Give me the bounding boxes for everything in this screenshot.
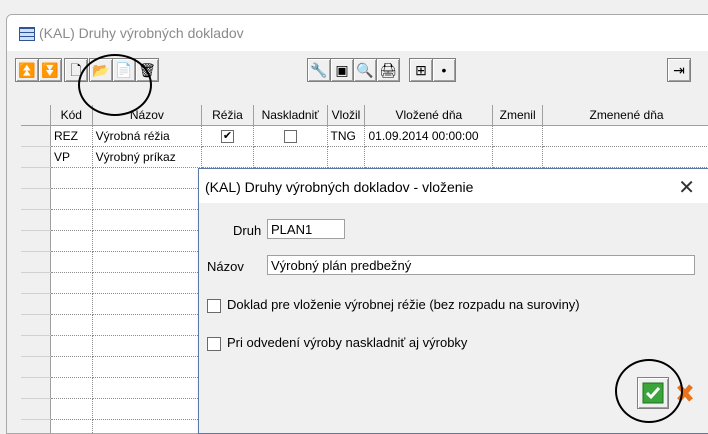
window-title: (KAL) Druhy výrobných dokladov xyxy=(39,25,244,41)
vyrobky-option-checkbox[interactable] xyxy=(207,337,221,351)
cell-nazov[interactable]: Výrobný príkaz xyxy=(92,147,201,168)
table-row[interactable]: VP Výrobný príkaz xyxy=(21,147,708,168)
cell-nazov[interactable]: Výrobná réžia xyxy=(92,126,201,147)
column-header-kod[interactable]: Kód xyxy=(50,105,92,126)
druh-field[interactable]: PLAN1 xyxy=(267,219,345,239)
table-icon xyxy=(19,27,35,41)
cell-vlozene[interactable]: 01.09.2014 00:00:00 xyxy=(365,126,493,147)
check-vyrobky-label: Pri odvedení výroby naskladniť aj výrobk… xyxy=(227,335,467,350)
cell-kod[interactable]: REZ xyxy=(50,126,92,147)
check-rezia-label: Doklad pre vloženie výrobnej réžie (bez … xyxy=(227,297,580,312)
rezia-option-checkbox[interactable] xyxy=(207,299,221,313)
cell-naskladnit[interactable] xyxy=(253,126,327,147)
cell-kod[interactable]: VP xyxy=(50,147,92,168)
nazov-label: Názov xyxy=(207,259,244,274)
column-header-zmenene[interactable]: Zmenené dňa xyxy=(543,105,708,126)
search-icon[interactable]: 🔍 xyxy=(353,58,377,82)
druh-label: Druh xyxy=(233,223,261,238)
annotation-circle-ok xyxy=(615,359,683,423)
column-header-vlozil[interactable]: Vložil xyxy=(327,105,365,126)
check-rezia-row[interactable]: Doklad pre vloženie výrobnej réžie (bez … xyxy=(207,297,580,313)
last-record-icon[interactable]: ⏬ xyxy=(38,58,62,82)
rezia-checkbox[interactable]: ✔ xyxy=(221,130,234,143)
info-icon[interactable]: • xyxy=(432,58,456,82)
check-vyrobky-row[interactable]: Pri odvedení výroby naskladniť aj výrobk… xyxy=(207,335,467,351)
column-header-naskladnit[interactable]: Naskladniť xyxy=(253,105,327,126)
dialog-titlebar: (KAL) Druhy výrobných dokladov - vloženi… xyxy=(199,169,708,203)
first-record-icon[interactable]: ⏫ xyxy=(15,58,39,82)
column-header-zmenil[interactable]: Zmenil xyxy=(493,105,543,126)
insert-dialog: (KAL) Druhy výrobných dokladov - vloženi… xyxy=(198,168,708,434)
print-icon[interactable]: 🖨 xyxy=(376,58,400,82)
cell-rezia[interactable]: ✔ xyxy=(202,126,254,147)
column-header-rezia[interactable]: Réžia xyxy=(202,105,254,126)
exit-icon[interactable]: ⇥ xyxy=(667,58,691,82)
column-header-vlozene[interactable]: Vložené dňa xyxy=(365,105,493,126)
row-indicator-header xyxy=(21,105,50,126)
annotation-circle-new xyxy=(78,54,152,116)
monitor-icon[interactable]: ▣ xyxy=(330,58,354,82)
cell-vlozil[interactable]: TNG xyxy=(327,126,365,147)
window-titlebar: (KAL) Druhy výrobných dokladov xyxy=(7,15,708,51)
nazov-field[interactable]: Výrobný plán predbežný xyxy=(267,255,695,275)
wrench-icon[interactable]: 🔧 xyxy=(307,58,331,82)
naskladnit-checkbox[interactable] xyxy=(284,130,297,143)
dialog-title: (KAL) Druhy výrobných dokladov - vloženi… xyxy=(205,179,473,195)
grid-settings-icon[interactable]: ⊞ xyxy=(409,58,433,82)
table-row[interactable]: REZ Výrobná réžia ✔ TNG 01.09.2014 00:00… xyxy=(21,126,708,147)
close-icon[interactable]: ✕ xyxy=(678,175,695,200)
